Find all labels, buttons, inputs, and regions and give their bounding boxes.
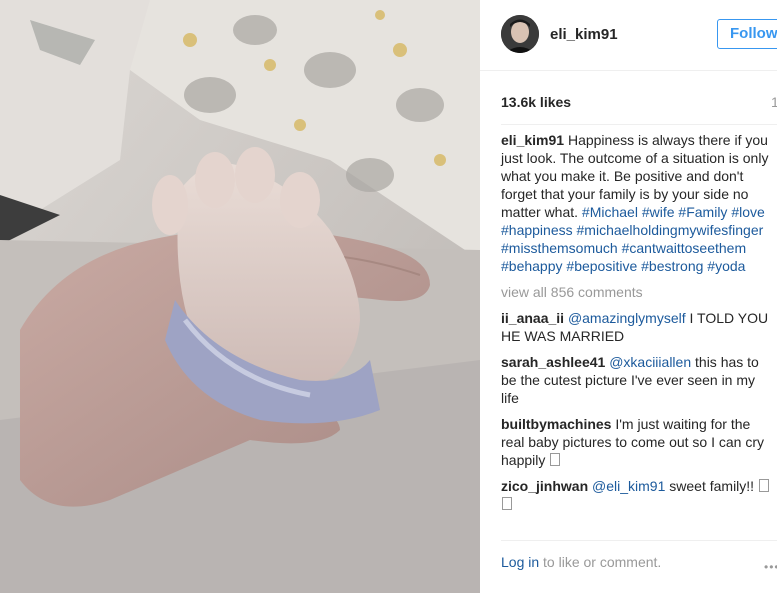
view-all-comments-link[interactable]: view all 856 comments <box>501 283 776 301</box>
hashtag[interactable]: #behappy <box>501 258 563 274</box>
divider <box>501 124 777 125</box>
login-prompt: Log in to like or comment. <box>501 554 661 570</box>
caption: eli_kim91 Happiness is always there if y… <box>501 131 776 275</box>
post-author-username[interactable]: eli_kim91 <box>550 26 618 43</box>
hashtag[interactable]: #bepositive <box>566 258 637 274</box>
hashtag[interactable]: #michaelholdingmywifesfinger <box>577 222 764 238</box>
comments-list: eli_kim91 Happiness is always there if y… <box>501 131 776 521</box>
post-photo[interactable] <box>0 0 480 593</box>
hashtag[interactable]: #cantwaittoseethem <box>622 240 747 256</box>
login-link[interactable]: Log in <box>501 554 539 570</box>
likes-row: 13.6k likes 1 <box>501 94 777 110</box>
hashtag[interactable]: #happiness <box>501 222 573 238</box>
login-prompt-text: to like or comment. <box>539 554 662 570</box>
post-time: 1 <box>771 94 777 110</box>
divider <box>501 540 777 541</box>
hashtag[interactable]: #yoda <box>707 258 745 274</box>
comment-mention[interactable]: @xkaciiiallen <box>609 354 691 370</box>
emoji-icon <box>550 453 561 466</box>
more-horizontal-icon[interactable]: ••• <box>764 560 777 574</box>
hashtag[interactable]: #Michael <box>582 204 638 220</box>
emoji-icon <box>502 497 512 510</box>
post-header: eli_kim91 Follow <box>480 0 777 71</box>
emoji-icon <box>758 479 769 492</box>
comment-username[interactable]: sarah_ashlee41 <box>501 354 605 370</box>
comment-item: sarah_ashlee41 @xkaciiiallen this has to… <box>501 353 776 407</box>
hashtag[interactable]: #wife <box>642 204 675 220</box>
post-photo-image <box>0 0 480 593</box>
hashtag[interactable]: #love <box>731 204 764 220</box>
comment-mention[interactable]: @eli_kim91 <box>592 478 665 494</box>
hashtag[interactable]: #missthemsomuch <box>501 240 618 256</box>
post-details-panel: eli_kim91 Follow 13.6k likes 1 eli_kim91… <box>480 0 777 593</box>
hashtag[interactable]: #bestrong <box>641 258 703 274</box>
comment-mention[interactable]: @amazinglymyself <box>568 310 686 326</box>
comment-username[interactable]: zico_jinhwan <box>501 478 588 494</box>
instagram-post-view: eli_kim91 Follow 13.6k likes 1 eli_kim91… <box>0 0 777 593</box>
comment-item: ii_anaa_ii @amazinglymyself I TOLD YOU H… <box>501 309 776 345</box>
comment-text: sweet family!! <box>665 478 758 494</box>
hashtag[interactable]: #Family <box>678 204 727 220</box>
avatar[interactable] <box>501 15 539 53</box>
comment-item: builtbymachines I'm just waiting for the… <box>501 415 776 469</box>
comment-username[interactable]: builtbymachines <box>501 416 611 432</box>
avatar-image <box>501 15 539 53</box>
likes-count[interactable]: 13.6k likes <box>501 94 571 110</box>
follow-button[interactable]: Follow <box>717 19 777 49</box>
comment-username[interactable]: ii_anaa_ii <box>501 310 564 326</box>
caption-username[interactable]: eli_kim91 <box>501 132 564 148</box>
comment-item: zico_jinhwan @eli_kim91 sweet family!! <box>501 477 776 513</box>
